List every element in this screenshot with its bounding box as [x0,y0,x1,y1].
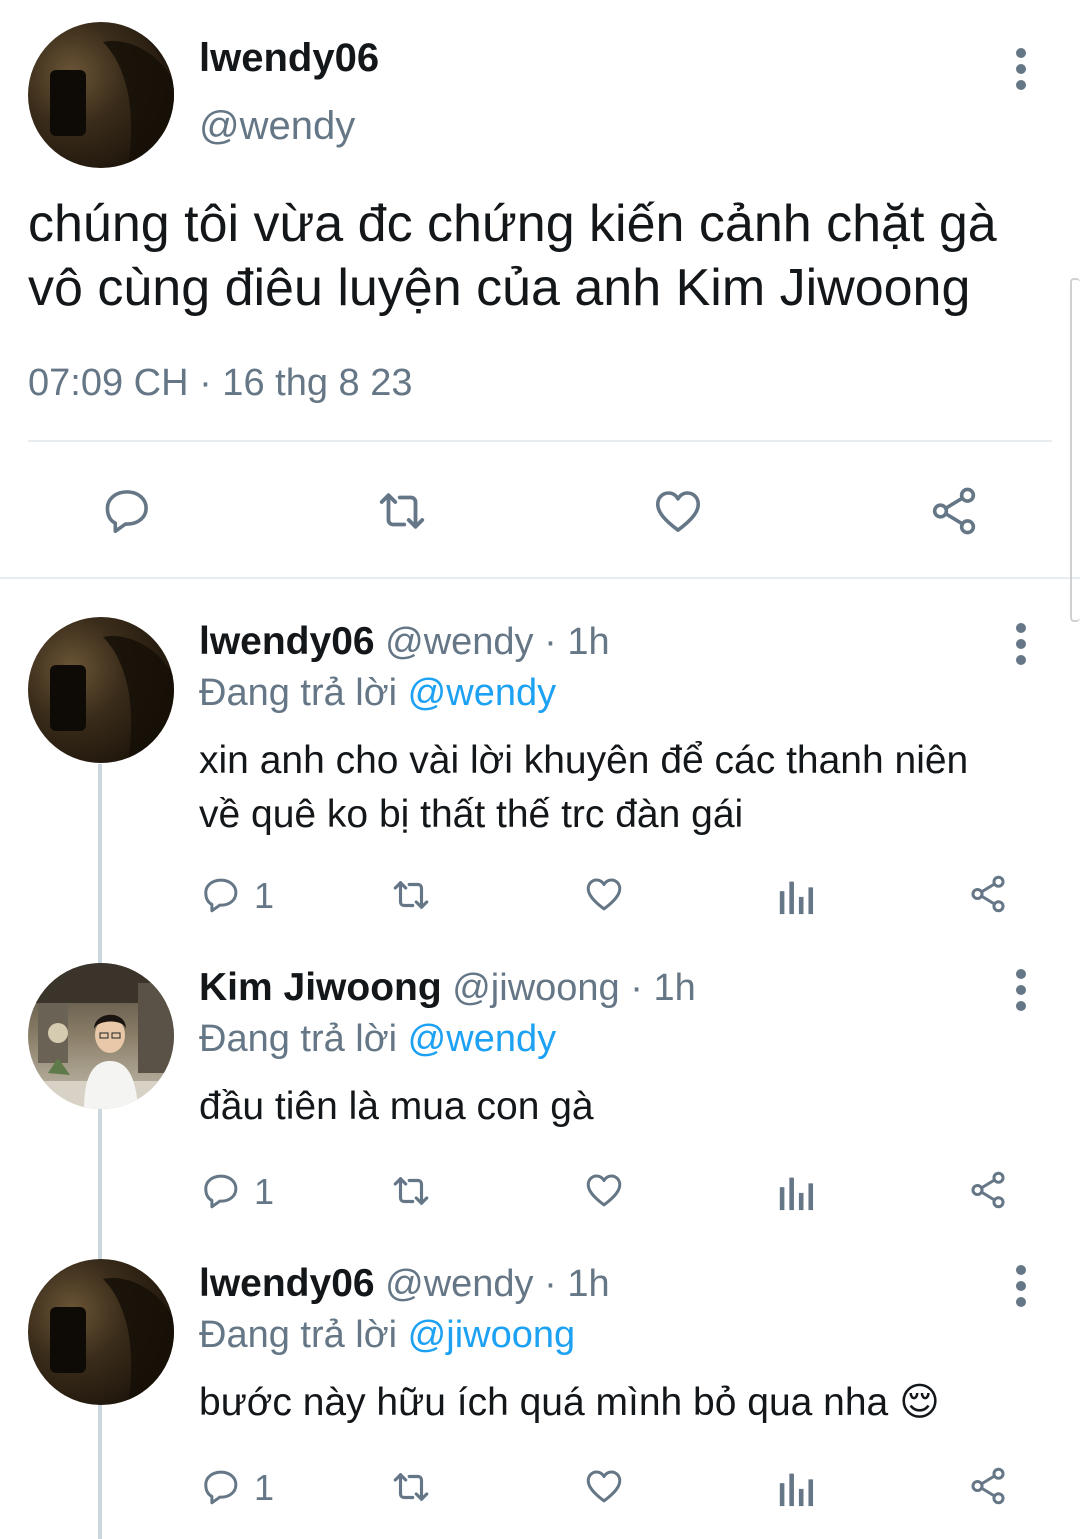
main-display-name[interactable]: lwendy06 [199,36,379,81]
main-like-button[interactable] [650,484,706,538]
mention-link[interactable]: @wendy [408,1018,556,1060]
retweet-button[interactable] [386,1466,436,1508]
retweet-button[interactable] [386,1170,436,1212]
reply-button[interactable] [200,874,242,916]
main-handle[interactable]: @wendy [199,104,355,149]
reply-handle[interactable]: @jiwoong [452,967,619,1009]
like-icon [586,878,622,911]
reply-icon [204,878,238,913]
main-tweet-text-line: vô cùng điêu luyện của anh Kim Jiwoong [28,259,971,317]
more-options-icon[interactable] [1011,1259,1031,1319]
analytics-button[interactable] [777,1466,817,1508]
retweet-button[interactable] [386,874,436,916]
reply-button[interactable] [200,1170,242,1212]
reply-text: đầu tiên là mua con gà [199,1080,594,1134]
retweet-icon [393,1473,429,1501]
reply-icon [105,490,148,534]
main-divider [28,440,1052,442]
analytics-icon [779,881,814,915]
reply-display-name[interactable]: lwendy06 [199,620,375,663]
retweet-icon [379,493,425,529]
like-button[interactable] [582,1465,626,1507]
main-share-button[interactable] [926,484,982,538]
more-options-icon[interactable] [1011,617,1031,677]
reply-handle[interactable]: @wendy [385,1263,533,1305]
reply-time[interactable]: 1h [567,621,609,663]
replying-to: Đang trả lời @wendy [199,672,556,715]
replying-to: Đang trả lời @wendy [199,1018,556,1061]
main-reply-button[interactable] [100,484,154,538]
like-icon [655,491,701,532]
share-button[interactable] [966,1169,1010,1211]
retweet-icon [393,1177,429,1205]
main-retweet-button[interactable] [372,484,432,538]
reply-count: 1 [254,1467,275,1508]
reply-header: lwendy06 @wendy · 1h [199,1262,610,1306]
reply-icon [204,1470,238,1505]
scrollbar[interactable] [1070,278,1080,622]
analytics-icon [779,1473,814,1507]
replying-label: Đang trả lời [199,1018,398,1060]
reply-separator: · [544,621,557,663]
reply-count: 1 [254,1171,275,1212]
reply-avatar[interactable] [28,963,174,1109]
reply-display-name[interactable]: Kim Jiwoong [199,966,442,1009]
reply-display-name[interactable]: lwendy06 [199,1262,375,1305]
reply-text-content: bước này hữu ích quá mình bỏ qua nha [199,1381,889,1424]
reply-handle[interactable]: @wendy [385,621,533,663]
reply-text-line: về quê ko bị thất thế trc đàn gái [199,793,744,836]
reply-text: xin anh cho vài lời khuyên để các thanh … [199,734,968,842]
share-icon [971,875,1005,913]
reply-text-line: xin anh cho vài lời khuyên để các thanh … [199,739,969,782]
reply-separator: · [630,967,643,1009]
reply-count: 1 [254,875,275,916]
reply-time[interactable]: 1h [653,967,695,1009]
main-tweet-text-line: chúng tôi vừa đc chứng kiến cảnh chặt gà [28,195,997,253]
main-timestamp[interactable]: 07:09 CH · 16 thg 8 23 [28,362,412,405]
replying-to: Đang trả lời @jiwoong [199,1314,575,1357]
like-icon [586,1174,622,1207]
main-tweet-text: chúng tôi vừa đc chứng kiến cảnh chặt gà… [28,192,997,320]
share-icon [971,1467,1005,1505]
reply-avatar[interactable] [28,1259,174,1405]
share-button[interactable] [966,873,1010,915]
reply-text: bước này hữu ích quá mình bỏ qua nha 😌 [199,1376,940,1430]
reply-icon [204,1174,238,1209]
reply-text-line: đầu tiên là mua con gà [199,1085,594,1128]
mention-link[interactable]: @wendy [408,672,556,714]
replying-label: Đang trả lời [199,672,398,714]
analytics-button[interactable] [777,1170,817,1212]
main-avatar[interactable] [28,22,174,168]
replying-label: Đang trả lời [199,1314,398,1356]
analytics-icon [779,1177,814,1211]
reply-header: lwendy06 @wendy · 1h [199,620,610,664]
relieved-face-emoji: 😌 [899,1381,940,1424]
reply-button[interactable] [200,1466,242,1508]
reply-time[interactable]: 1h [567,1263,609,1305]
section-divider [0,577,1080,579]
retweet-icon [393,881,429,909]
reply-avatar[interactable] [28,617,174,763]
reply-separator: · [544,1263,557,1305]
like-button[interactable] [582,1169,626,1211]
share-button[interactable] [966,1465,1010,1507]
reply-text-line: bước này hữu ích quá mình bỏ qua nha 😌 [199,1376,940,1430]
more-options-icon[interactable] [1011,42,1031,102]
like-button[interactable] [582,873,626,915]
mention-link[interactable]: @jiwoong [408,1314,575,1356]
share-icon [971,1171,1005,1209]
reply-header: Kim Jiwoong @jiwoong · 1h [199,966,696,1010]
thread-line [98,764,102,1539]
more-options-icon[interactable] [1011,963,1031,1023]
analytics-button[interactable] [777,874,817,916]
like-icon [586,1470,622,1503]
share-icon [932,487,976,535]
